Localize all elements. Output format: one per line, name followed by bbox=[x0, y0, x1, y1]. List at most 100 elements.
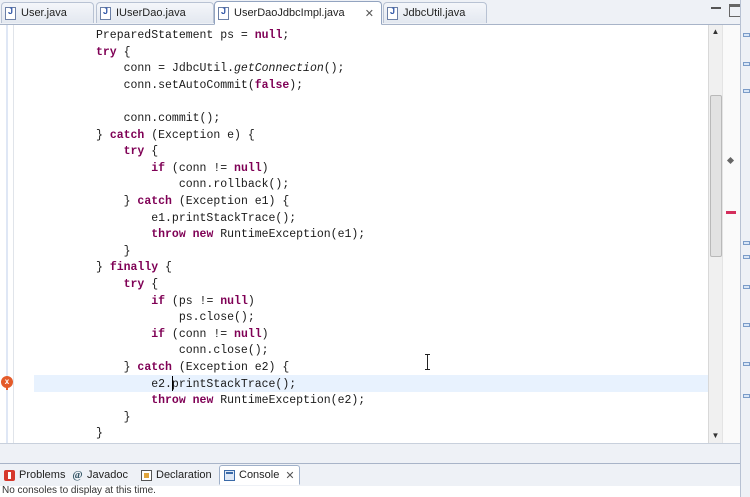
keyword-token: null bbox=[254, 29, 283, 42]
code-token: ) bbox=[261, 161, 269, 175]
code-token: (Exception e2) { bbox=[171, 361, 290, 374]
outline-marker[interactable] bbox=[743, 285, 750, 289]
code-token: e2.printStackTrace(); bbox=[96, 377, 297, 391]
scrollbar-thumb[interactable] bbox=[710, 95, 722, 257]
tab-javadoc[interactable]: @ Javadoc bbox=[72, 465, 128, 485]
keyword-token: new bbox=[192, 228, 214, 242]
code-token: } bbox=[96, 410, 131, 424]
code-editor[interactable]: PreparedStatement ps = null; try { conn =… bbox=[14, 25, 708, 443]
code-token: conn.close(); bbox=[96, 344, 269, 358]
tab-declaration[interactable]: Declaration bbox=[141, 465, 212, 485]
outline-marker[interactable] bbox=[743, 362, 750, 366]
java-file-icon bbox=[5, 6, 16, 20]
code-token: (conn != bbox=[165, 161, 235, 175]
code-token: (Exception e1) { bbox=[171, 195, 290, 208]
outline-marker[interactable] bbox=[743, 62, 750, 66]
close-icon[interactable]: ✕ bbox=[285, 469, 294, 482]
code-line: if (conn != null) bbox=[96, 326, 269, 343]
error-overview-marker[interactable] bbox=[726, 211, 736, 214]
tab-label: UserDaoJdbcImpl.java bbox=[234, 7, 345, 19]
vertical-scrollbar[interactable]: ▲ ▼ bbox=[708, 25, 722, 443]
code-line: conn.rollback(); bbox=[96, 176, 289, 193]
java-file-icon bbox=[100, 6, 111, 20]
java-file-icon bbox=[387, 6, 398, 20]
tab-label: IUserDao.java bbox=[116, 7, 186, 19]
scroll-up-arrow-icon[interactable]: ▲ bbox=[709, 25, 722, 39]
code-token: } bbox=[96, 361, 138, 374]
text-caret bbox=[172, 376, 173, 391]
scroll-down-arrow-icon[interactable]: ▼ bbox=[709, 429, 722, 443]
position-diamond-icon bbox=[726, 156, 735, 165]
outline-marker[interactable] bbox=[743, 33, 750, 37]
code-token: RuntimeException(e1); bbox=[213, 228, 366, 242]
editor-tab-bar: User.java IUserDao.java UserDaoJdbcImpl.… bbox=[0, 0, 750, 25]
code-token: { bbox=[144, 145, 159, 159]
keyword-token: try bbox=[123, 145, 145, 159]
code-token: } bbox=[96, 128, 110, 142]
code-line: e2.printStackTrace(); bbox=[96, 376, 296, 393]
keyword-token: throw bbox=[151, 394, 186, 408]
code-token: (Exception e) { bbox=[144, 128, 255, 142]
code-token: conn = JdbcUtil. bbox=[96, 62, 235, 76]
code-token: RuntimeException(e2); bbox=[213, 394, 366, 408]
code-line: e1.printStackTrace(); bbox=[96, 210, 296, 227]
editor-bottom-border bbox=[0, 443, 740, 464]
outline-marker[interactable] bbox=[743, 394, 750, 398]
code-token: conn.commit(); bbox=[96, 112, 221, 125]
outline-marker[interactable] bbox=[743, 323, 750, 327]
code-token: getConnection bbox=[234, 62, 324, 76]
console-message: No consoles to display at this time. bbox=[2, 485, 156, 496]
tab-user-java[interactable]: User.java bbox=[1, 2, 94, 23]
code-token: conn.rollback(); bbox=[96, 178, 290, 192]
keyword-token: null bbox=[220, 294, 248, 308]
keyword-token: if bbox=[151, 294, 166, 308]
code-line: if (ps != null) bbox=[96, 293, 255, 310]
mouse-ibeam-cursor bbox=[425, 354, 430, 370]
keyword-token: throw bbox=[151, 228, 186, 242]
code-line: } catch (Exception e) { bbox=[96, 127, 255, 144]
code-line: try { bbox=[96, 143, 159, 160]
outline-marker[interactable] bbox=[743, 241, 750, 245]
tab-userdaojdbcimpl-java[interactable]: UserDaoJdbcImpl.java ✕ bbox=[214, 1, 382, 25]
minimize-icon[interactable] bbox=[709, 4, 723, 17]
tab-jdbcutil-java[interactable]: JdbcUtil.java bbox=[383, 2, 487, 23]
keyword-token: catch bbox=[137, 195, 172, 208]
code-token: (ps != bbox=[165, 294, 221, 308]
overview-ruler[interactable] bbox=[722, 25, 740, 443]
code-line: } finally { bbox=[96, 259, 172, 276]
tab-problems[interactable]: Problems bbox=[4, 465, 65, 485]
tab-iuserdao-java[interactable]: IUserDao.java bbox=[96, 2, 214, 23]
keyword-token: false bbox=[254, 78, 290, 92]
code-line: throw new RuntimeException(e2); bbox=[96, 392, 365, 409]
code-line: try { bbox=[96, 44, 131, 61]
error-marker-icon[interactable]: x bbox=[1, 376, 13, 390]
code-token: e1.printStackTrace(); bbox=[96, 211, 297, 225]
tab-console[interactable]: Console ✕ bbox=[219, 465, 300, 485]
code-line: try { bbox=[96, 276, 159, 293]
javadoc-icon: @ bbox=[72, 468, 83, 481]
keyword-token: finally bbox=[109, 261, 159, 275]
outline-marker[interactable] bbox=[743, 255, 750, 259]
keyword-token: new bbox=[192, 394, 214, 408]
side-view-strip bbox=[740, 0, 750, 497]
code-token: { bbox=[144, 278, 159, 291]
code-token: } bbox=[96, 244, 131, 258]
code-line: PreparedStatement ps = null; bbox=[96, 27, 289, 44]
code-line: ps.close(); bbox=[96, 309, 255, 326]
code-line: } bbox=[96, 425, 103, 442]
code-token: ; bbox=[282, 29, 290, 42]
keyword-token: if bbox=[151, 161, 166, 175]
code-token: ) bbox=[261, 327, 269, 341]
tab-label: Javadoc bbox=[87, 469, 128, 481]
outline-marker[interactable] bbox=[743, 89, 750, 93]
close-icon[interactable]: ✕ bbox=[365, 7, 374, 20]
code-line: conn.close(); bbox=[96, 342, 269, 359]
tab-label: JdbcUtil.java bbox=[403, 7, 466, 19]
